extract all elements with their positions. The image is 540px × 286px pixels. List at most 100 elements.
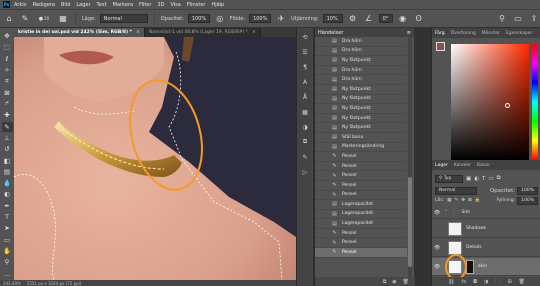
brush-size-picker[interactable]: ● 20 — [35, 13, 53, 25]
brush-settings-icon[interactable]: ✎ — [299, 151, 311, 163]
layer-name[interactable]: Sim — [462, 210, 471, 215]
history-state-item[interactable]: ▤ Ny fästpunkt — [315, 85, 407, 95]
history-state-item[interactable]: ✎ Pensel — [315, 191, 407, 201]
airbrush-icon[interactable]: ✈ — [275, 13, 287, 25]
visibility-eye-icon[interactable]: 👁 — [432, 264, 442, 270]
tab-color[interactable]: Färg — [435, 31, 445, 36]
filter-type-icon[interactable]: T — [482, 176, 485, 182]
tab-properties[interactable]: Egenskaper — [506, 31, 532, 36]
paragraph-icon[interactable]: ¶ — [299, 61, 311, 73]
layer-name[interactable]: Details — [466, 245, 482, 250]
lock-all-icon[interactable]: 🔒 — [475, 198, 481, 203]
menu-hjalp[interactable]: Hjälp — [211, 2, 224, 8]
filter-smart-icon[interactable]: ⧉ — [497, 175, 501, 182]
history-panel-title[interactable]: Händelser — [318, 30, 343, 36]
filter-shape-icon[interactable]: ▭ — [488, 176, 493, 182]
history-state-item[interactable]: ✎ Pensel — [315, 171, 407, 181]
new-group-icon[interactable]: 🗀 — [495, 278, 500, 286]
history-state-item[interactable]: ✎ Pensel — [315, 229, 407, 239]
menu-redigera[interactable]: Redigera — [33, 2, 55, 8]
menu-markera[interactable]: Markera — [113, 2, 133, 8]
tab-layers[interactable]: Lager — [435, 163, 448, 168]
lock-move-icon[interactable]: ✥ — [461, 198, 465, 203]
document-canvas[interactable] — [14, 37, 296, 280]
path-select-tool-icon[interactable]: ➤ — [2, 223, 13, 233]
opacity-field[interactable]: 100% — [187, 14, 210, 23]
blur-tool-icon[interactable]: 💧 — [2, 178, 13, 188]
tab-patterns[interactable]: Mönster — [482, 31, 500, 36]
lock-transparent-icon[interactable]: ▦ — [447, 198, 451, 203]
history-state-item[interactable]: ▤ Dra hörn — [315, 37, 407, 47]
history-state-item[interactable]: ▤ Lageropacitet — [315, 200, 407, 210]
menu-visa[interactable]: Visa — [170, 2, 180, 8]
lock-paint-icon[interactable]: ✎ — [454, 198, 458, 203]
layer-mask-thumbnail[interactable] — [466, 259, 474, 274]
layer-opacity-field[interactable]: 100% — [517, 186, 538, 195]
glyphs-icon[interactable]: Å — [299, 91, 311, 103]
dodge-tool-icon[interactable]: ◐ — [2, 189, 13, 199]
snapshot-icon[interactable]: ◉ — [392, 279, 396, 285]
fill-field[interactable]: 100% — [517, 196, 538, 205]
properties-icon[interactable]: ☰ — [299, 46, 311, 58]
tab-document-1[interactable]: kristie in dei sol.psd vid 242% (Sim, RG… — [14, 28, 145, 37]
smoothing-field[interactable]: 10% — [322, 14, 343, 23]
history-state-item[interactable]: ▤ Ny fästpunkt — [315, 56, 407, 66]
history-brush-tool-icon[interactable]: ↺ — [2, 144, 13, 154]
type-tool-icon[interactable]: T — [2, 212, 13, 222]
eraser-tool-icon[interactable]: ◧ — [2, 155, 13, 165]
history-state-item[interactable]: ▤ Lageropacitet — [315, 219, 407, 229]
search-icon[interactable]: ⚲ — [496, 13, 508, 25]
lock-artboard-icon[interactable]: ⊠ — [468, 198, 472, 203]
menu-fonster[interactable]: Fönster — [187, 2, 206, 8]
adjustment-layer-icon[interactable]: ◑ — [484, 279, 488, 285]
shape-tool-icon[interactable]: ▭ — [2, 235, 13, 245]
more-tools-icon[interactable]: … — [2, 269, 13, 279]
pressure-opacity-icon[interactable]: ◎ — [214, 13, 226, 25]
filter-adjustment-icon[interactable]: ◐ — [474, 176, 479, 182]
crop-tool-icon[interactable]: ⌗ — [2, 76, 13, 86]
history-state-item[interactable]: ▤ Ny fästpunkt — [315, 104, 407, 114]
menu-text[interactable]: Text — [97, 2, 107, 8]
character-icon[interactable]: A — [299, 76, 311, 88]
flow-field[interactable]: 100% — [249, 14, 272, 23]
foreground-color-swatch[interactable] — [436, 42, 445, 51]
zoom-tool-icon[interactable]: ⚲ — [2, 257, 13, 267]
brush-settings-icon[interactable]: ▦ — [57, 13, 69, 25]
layer-row-details[interactable]: 👁 Details — [432, 239, 540, 257]
healing-tool-icon[interactable]: ✚ — [2, 110, 13, 120]
menu-bild[interactable]: Bild — [61, 2, 70, 8]
frame-tool-icon[interactable]: ⊠ — [2, 88, 13, 98]
history-state-item[interactable]: ▤ Markeringsändring — [315, 143, 407, 153]
eyedropper-tool-icon[interactable]: ⌿ — [2, 99, 13, 109]
layer-row-group-sim[interactable]: 👁 ˅ 🗀 Sim — [432, 207, 540, 219]
gradient-tool-icon[interactable]: ▤ — [2, 167, 13, 177]
history-state-item[interactable]: ▤ Dra hörn — [315, 47, 407, 57]
marquee-tool-icon[interactable]: ⬚ — [2, 42, 13, 52]
swatches-icon[interactable]: ▦ — [299, 106, 311, 118]
home-icon[interactable]: ⌂ — [3, 13, 15, 25]
menu-arkiv[interactable]: Arkiv — [14, 2, 27, 8]
history-state-item[interactable]: ▤ Stäl bana — [315, 133, 407, 143]
layer-name[interactable]: Shadows — [466, 226, 486, 231]
tab-paths[interactable]: Banor — [477, 163, 490, 168]
tab-gradients[interactable]: Övertoning — [451, 31, 476, 36]
add-mask-icon[interactable]: ◘ — [473, 279, 477, 285]
brush-tool-preset-icon[interactable]: ✎ — [19, 13, 31, 25]
mode-select[interactable]: Normal — [99, 14, 148, 23]
history-state-item[interactable]: ▤ Ny fästpunkt — [315, 123, 407, 133]
actions-icon[interactable]: ▷ — [299, 166, 311, 178]
visibility-eye-icon[interactable]: 👁 — [432, 245, 442, 251]
adjustments-icon[interactable]: ◑ — [299, 121, 311, 133]
layer-name[interactable]: skin — [478, 264, 487, 269]
visibility-eye-icon[interactable]: 👁 — [432, 210, 442, 216]
history-state-item[interactable]: ▤ Dra hörn — [315, 66, 407, 76]
menu-filter[interactable]: Filter — [139, 2, 151, 8]
history-state-item[interactable]: ✎ Pensel — [315, 248, 407, 258]
angle-field[interactable]: 0° — [378, 14, 393, 23]
link-layers-icon[interactable]: ⛓ — [448, 279, 454, 285]
chevron-down-icon[interactable]: ˅ — [445, 210, 448, 216]
photoshop-logo[interactable]: Ps — [3, 1, 10, 8]
fx-icon[interactable]: fx — [461, 279, 466, 285]
lasso-tool-icon[interactable]: ℓ — [2, 54, 13, 64]
blend-mode-select[interactable]: Normal — [435, 186, 477, 195]
